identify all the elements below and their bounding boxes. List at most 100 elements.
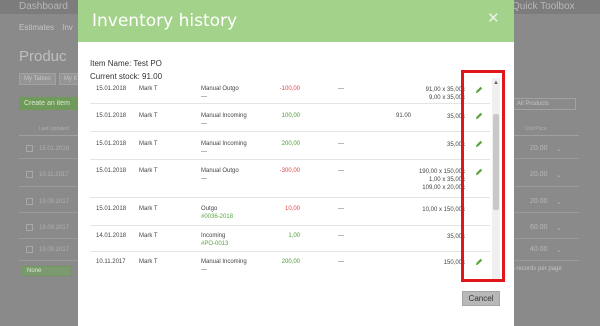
row-user: Mark T xyxy=(139,206,158,212)
row-date: 19.09.2017 xyxy=(39,247,70,253)
chevron-down-icon: ⌄ xyxy=(556,225,562,232)
row-checkbox xyxy=(26,171,33,178)
chevron-down-icon: ⌄ xyxy=(556,172,562,179)
row-type: Incoming xyxy=(201,233,226,239)
row-date: 15.01.2018 xyxy=(96,168,127,174)
row-reference: --- xyxy=(201,94,207,100)
item-name-label: Item Name: xyxy=(90,59,132,68)
dimension-line: 190,00 x 150,00c xyxy=(418,169,465,175)
row-stock: --- xyxy=(338,168,344,174)
chevron-down-icon: ⌄ xyxy=(556,199,562,206)
modal-header: Inventory history ✕ xyxy=(78,0,514,42)
history-row: 10.11.2017 Mark T Manual Incoming --- 20… xyxy=(90,252,490,280)
quick-toolbox-link: Quick Toolbox xyxy=(512,1,575,12)
row-quantity: -100,00 xyxy=(279,86,300,92)
row-user: Mark T xyxy=(139,86,158,92)
dimension-line: 109,00 x 20,00c xyxy=(422,185,465,191)
row-dimensions: 91,00 x 35,00c 9,00 x 35,00c xyxy=(426,86,465,102)
row-user: Mark T xyxy=(139,259,158,265)
row-reference: --- xyxy=(201,267,207,273)
row-checkbox xyxy=(26,145,33,152)
row-stock: --- xyxy=(338,86,344,92)
history-row: 15.01.2018 Mark T Outgo #0036-2018 10,00… xyxy=(90,198,490,226)
row-quantity: -300,00 xyxy=(279,168,300,174)
row-date: 19.09.2017 xyxy=(39,225,70,231)
row-checkbox xyxy=(26,198,33,205)
page-tabs: My Tables My It xyxy=(19,73,82,85)
dashboard-link: Dashboard xyxy=(19,1,68,12)
chevron-down-icon: ⌄ xyxy=(556,146,562,153)
create-item-button: Create an item xyxy=(19,97,81,110)
dimension-line: 91,00 x 35,00c xyxy=(425,87,465,93)
row-price: 60.00 xyxy=(530,224,548,231)
bulk-action-select: None xyxy=(22,266,72,276)
row-price: 20.00 xyxy=(530,171,548,178)
dimension-line: 1,00 x 35,00c xyxy=(428,177,465,183)
row-user: Mark T xyxy=(139,168,158,174)
row-stock: --- xyxy=(338,206,344,212)
row-price: 20.00 xyxy=(530,198,548,205)
history-row: 15.01.2018 Mark T Manual Outgo --- -100,… xyxy=(90,78,490,104)
chevron-down-icon: ⌄ xyxy=(556,247,562,254)
item-name-value: Test PO xyxy=(133,59,162,68)
row-date: 15.01.2018 xyxy=(96,141,127,147)
row-type: Manual Outgo xyxy=(201,86,239,92)
row-reference-link[interactable]: #0036-2018 xyxy=(201,214,233,221)
history-list: 15.01.2018 Mark T Manual Outgo --- -100,… xyxy=(90,78,490,282)
history-row: 15.01.2018 Mark T Manual Incoming --- 10… xyxy=(90,104,490,132)
row-quantity: 10,00 xyxy=(284,206,300,212)
history-row: 15.01.2018 Mark T Manual Incoming --- 20… xyxy=(90,132,490,160)
row-user: Mark T xyxy=(139,141,158,147)
modal-title: Inventory history xyxy=(92,11,238,31)
row-reference-link[interactable]: #PO-0013 xyxy=(201,241,228,248)
history-row: 14.01.2018 Mark T Incoming #PO-0013 1,00… xyxy=(90,226,490,252)
row-quantity: 1,00 xyxy=(288,233,300,239)
row-date: 14.01.2018 xyxy=(96,233,127,239)
row-date: 15.01.2018 xyxy=(96,206,127,212)
products-filter: All Products xyxy=(512,98,576,110)
row-date: 15.01.2018 xyxy=(96,86,127,92)
row-reference: --- xyxy=(201,121,207,127)
row-type: Manual Outgo xyxy=(201,168,239,174)
dimension-line: 10,00 x 150,00c xyxy=(422,207,465,213)
row-quantity: 200,00 xyxy=(281,141,300,147)
main-nav: Estimates Inv xyxy=(19,23,73,32)
row-price: 40.00 xyxy=(530,246,548,253)
row-stock: --- xyxy=(338,259,344,265)
row-date: 10.11.2017 xyxy=(96,259,126,265)
column-unit-price: Unit Price xyxy=(525,126,547,132)
item-name-line: Item Name: Test PO xyxy=(90,57,162,70)
row-type: Outgo xyxy=(201,206,218,212)
row-user: Mark T xyxy=(139,113,158,119)
row-quantity: 200,00 xyxy=(281,259,300,265)
row-stock: 91.00 xyxy=(396,113,412,119)
row-date: 15.01.2018 xyxy=(39,146,70,152)
row-reference: --- xyxy=(201,149,207,155)
inventory-history-modal: Inventory history ✕ Item Name: Test PO C… xyxy=(78,0,514,326)
close-icon[interactable]: ✕ xyxy=(487,9,500,27)
row-checkbox xyxy=(26,224,33,231)
records-per-page: 25 records per page xyxy=(508,266,562,272)
history-row: 15.01.2018 Mark T Manual Outgo --- -300,… xyxy=(90,160,490,198)
row-stock: --- xyxy=(338,233,344,239)
row-date: 15.01.2018 xyxy=(96,113,127,119)
nav-item-inventory: Inv xyxy=(62,23,73,32)
dimension-line: 9,00 x 35,00c xyxy=(428,95,465,101)
page-title: Produc xyxy=(19,48,67,65)
row-date: 10.11.2017 xyxy=(39,172,69,178)
tab-my-tables: My Tables xyxy=(19,73,56,85)
cancel-button[interactable]: Cancel xyxy=(462,291,500,306)
row-stock: --- xyxy=(338,141,344,147)
row-price: 20.00 xyxy=(530,145,548,152)
highlight-box xyxy=(461,70,505,282)
row-type: Manual Incoming xyxy=(201,259,247,265)
row-dimensions: 10,00 x 150,00c xyxy=(422,206,465,214)
row-dimensions: 190,00 x 150,00c 1,00 x 35,00c 109,00 x … xyxy=(419,168,465,192)
row-checkbox xyxy=(26,246,33,253)
row-date: 19.09.2017 xyxy=(39,199,70,205)
column-last-updated: Last Updated xyxy=(39,126,69,132)
row-quantity: 100,00 xyxy=(281,113,300,119)
row-type: Manual Incoming xyxy=(201,141,247,147)
row-user: Mark T xyxy=(139,233,158,239)
row-reference: --- xyxy=(201,176,207,182)
